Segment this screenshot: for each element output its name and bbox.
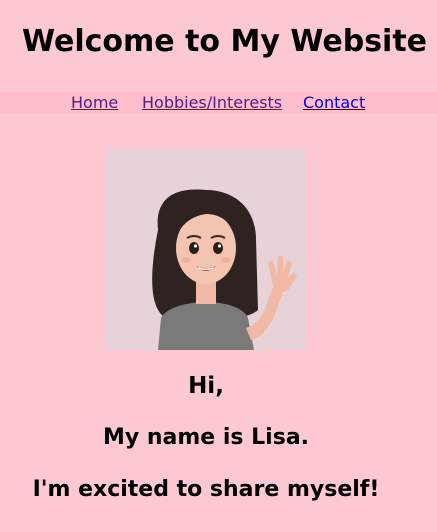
nav-link-contact[interactable]: Contact <box>303 93 365 113</box>
site-title: Welcome to My Website <box>22 24 428 59</box>
greeting-text: Hi, <box>188 373 224 399</box>
tagline-text: I'm excited to share myself! <box>32 477 380 502</box>
waving-girl-avatar <box>152 189 297 350</box>
name-text: My name is Lisa. <box>102 425 310 450</box>
profile-photo <box>106 150 306 350</box>
nav-bar: Home Hobbies/Interests Contact <box>0 92 437 113</box>
nav-link-home[interactable]: Home <box>71 93 118 113</box>
nav-link-hobbies[interactable]: Hobbies/Interests <box>142 93 282 113</box>
